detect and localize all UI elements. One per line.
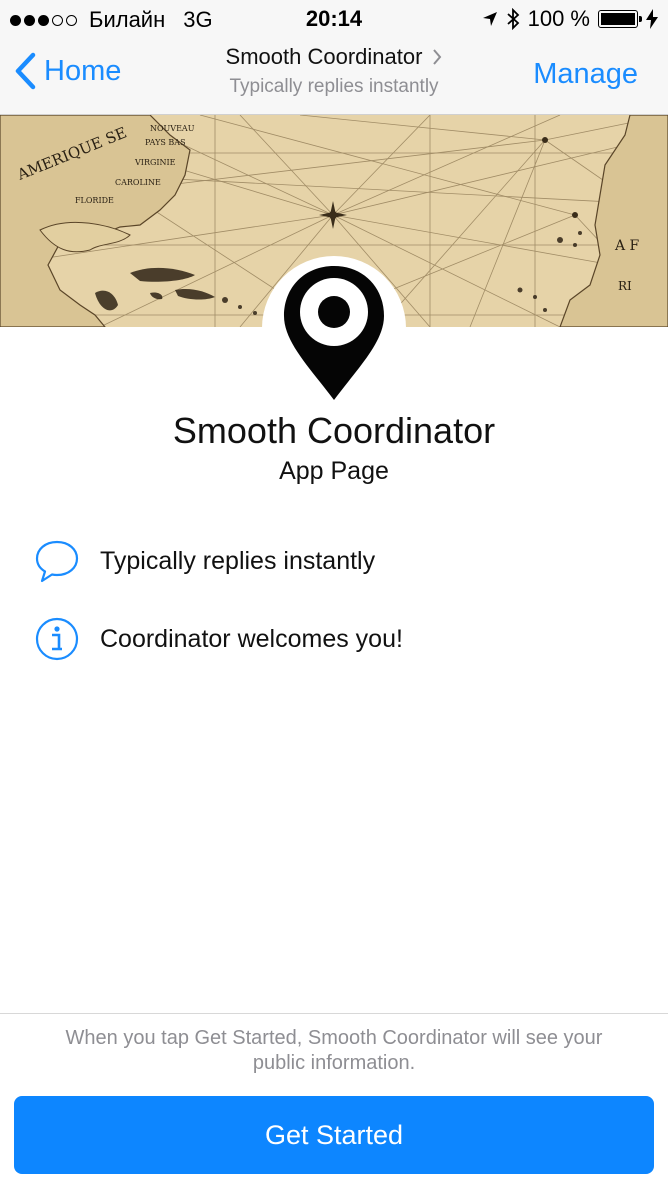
info-icon (35, 617, 79, 661)
page-title: Smooth Coordinator (225, 44, 423, 69)
status-bar: Билайн 3G 20:14 100 % (0, 0, 668, 38)
location-arrow-icon (482, 12, 497, 26)
status-right: 100 % (482, 6, 658, 32)
map-label: VIRGINIE (134, 158, 176, 167)
privacy-notice: When you tap Get Started, Smooth Coordin… (65, 1027, 603, 1074)
bluetooth-icon (507, 8, 519, 30)
map-label: RI (618, 279, 632, 293)
footer-divider (0, 1013, 668, 1014)
location-pin-icon (284, 266, 384, 400)
charging-bolt-icon (646, 9, 658, 29)
profile-type: App Page (279, 457, 389, 485)
navigation-bar: Home Smooth Coordinator Typically replie… (0, 38, 668, 115)
map-label: FLORIDE (75, 196, 114, 205)
profile-avatar[interactable] (262, 256, 406, 400)
battery-icon (598, 10, 642, 28)
info-row-response-time: Typically replies instantly (34, 538, 375, 584)
manage-button[interactable]: Manage (533, 58, 638, 91)
speech-bubble-icon (35, 540, 79, 583)
info-text: Typically replies instantly (100, 546, 376, 575)
map-label: CAROLINE (115, 178, 161, 187)
profile-name: Smooth Coordinator (172, 410, 496, 451)
get-started-button[interactable]: Get Started (14, 1096, 654, 1174)
battery-percent: 100 % (527, 6, 590, 31)
map-label: NOUVEAU (150, 124, 195, 133)
info-text: Coordinator welcomes you! (100, 624, 403, 653)
map-label: A F (614, 238, 640, 254)
chevron-right-icon (433, 49, 442, 65)
map-label: PAYS BAS (145, 138, 186, 147)
info-row-welcome: Coordinator welcomes you! (34, 616, 403, 662)
